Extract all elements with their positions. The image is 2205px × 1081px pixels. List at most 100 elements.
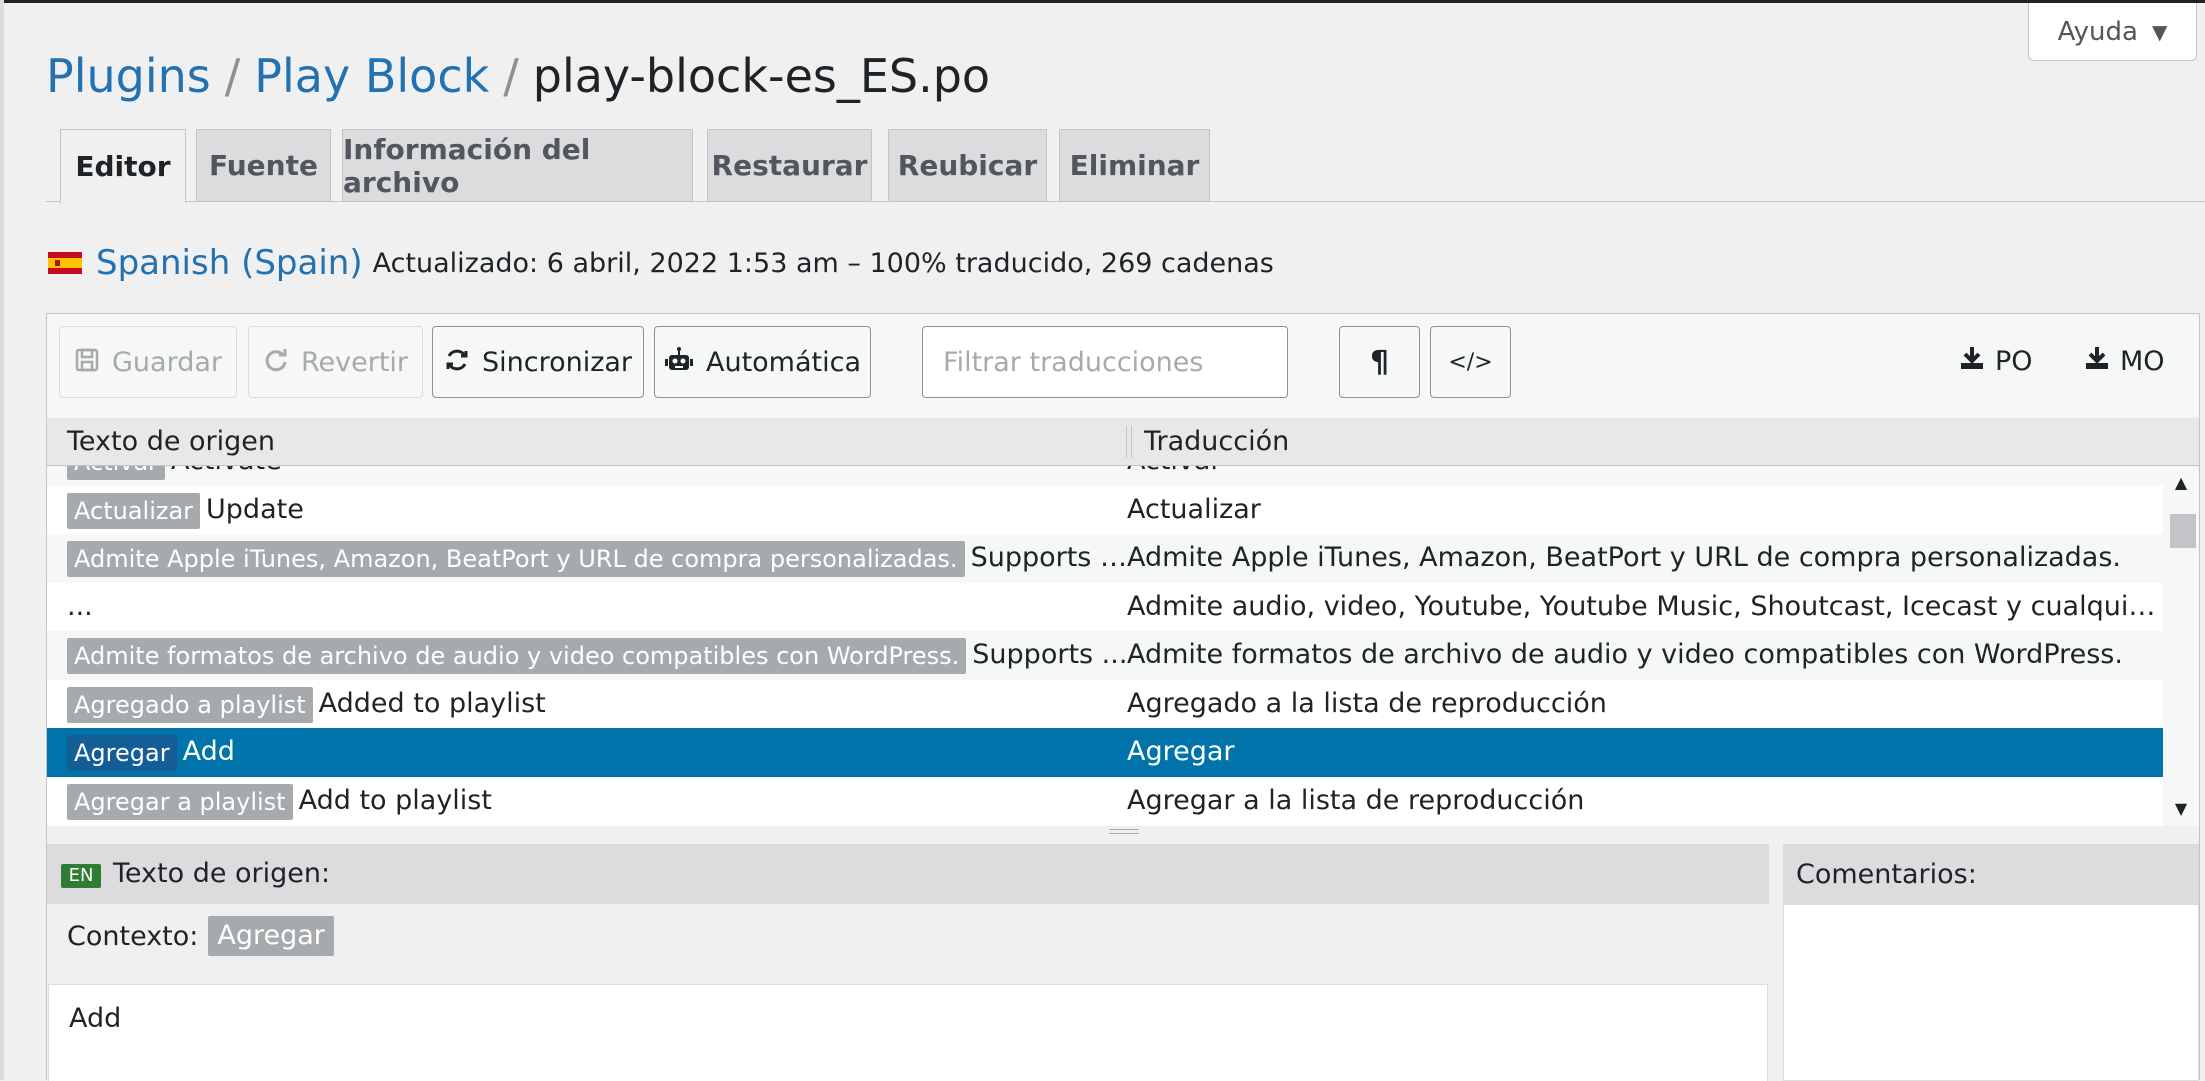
column-header-translation[interactable]: Traducción: [1144, 418, 1289, 465]
translations-list: ActivarActivate Activar ActualizarUpdate…: [47, 466, 2163, 826]
tabs-divider: [46, 201, 2205, 202]
locale-name-link[interactable]: Spanish (Spain): [96, 243, 363, 283]
auto-translate-button[interactable]: Automática: [654, 326, 871, 398]
context-badge: Actualizar: [67, 492, 201, 529]
save-label: Guardar: [112, 346, 222, 378]
table-row[interactable]: Agregado a playlist Added to playlist Agr…: [47, 680, 2163, 729]
pane-resize-handle[interactable]: [1109, 826, 1139, 836]
help-tab-button[interactable]: Ayuda ▼: [2028, 3, 2197, 61]
table-row[interactable]: Admite formatos de archivo de audio y vi…: [47, 631, 2163, 680]
scrollbar-thumb[interactable]: [2170, 514, 2196, 548]
source-text: ...: [67, 591, 93, 622]
table-header: Texto de origen Traducción: [47, 418, 2199, 466]
translation-cell: Admite audio, video, Youtube, Youtube Mu…: [1127, 591, 2157, 622]
table-row[interactable]: Agregar a playlist Add to playlist Agrega…: [47, 777, 2163, 826]
context-badge: Agregar a playlist: [67, 783, 293, 820]
breadcrumb-separator: /: [503, 49, 519, 103]
translation-cell: Agregado a la lista de reproducción: [1127, 688, 1607, 719]
sync-icon: [444, 347, 470, 378]
rotate-left-icon: [263, 347, 289, 378]
context-label: Contexto:: [67, 920, 199, 952]
table-row[interactable]: Actualizar Update Actualizar: [47, 486, 2163, 535]
comments-pane-title: Comentarios:: [1784, 845, 2198, 905]
tab-file-info[interactable]: Información del archivo: [342, 129, 693, 201]
context-badge: Agregar: [67, 734, 177, 771]
source-text: Add to playlist: [298, 785, 492, 816]
source-text-box: Add: [48, 984, 1768, 1081]
source-text: Added to playlist: [318, 688, 546, 719]
table-row[interactable]: Activar Activate Activar: [47, 466, 2163, 486]
source-cell: Activar Activate: [67, 466, 1139, 485]
breadcrumb-plugins-link[interactable]: Plugins: [46, 49, 211, 103]
save-button[interactable]: Guardar: [59, 326, 237, 398]
breadcrumb-file: play-block-es_ES.po: [532, 49, 991, 103]
floppy-disk-icon: [74, 347, 100, 378]
source-text: Activate: [171, 466, 282, 476]
tab-editor[interactable]: Editor: [60, 129, 186, 203]
tab-restore[interactable]: Restaurar: [707, 129, 872, 201]
page-title: Plugins / Play Block / play-block-es_ES.po: [46, 46, 990, 106]
source-cell: Actualizar Update: [67, 486, 1139, 534]
source-cell: Agregado a playlist Added to playlist: [67, 680, 1139, 728]
source-cell: Agregar a playlist Add to playlist: [67, 777, 1139, 825]
toggle-code-view-button[interactable]: </>: [1430, 326, 1511, 398]
sync-button[interactable]: Sincronizar: [432, 326, 644, 398]
download-mo-button[interactable]: MO: [2084, 336, 2165, 386]
filter-translations-input[interactable]: [922, 326, 1288, 398]
table-row-selected[interactable]: Agregar Add Agregar: [47, 728, 2163, 777]
source-cell: Admite Apple iTunes, Amazon, BeatPort y …: [67, 534, 1139, 582]
column-header-source[interactable]: Texto de origen: [67, 418, 275, 465]
toggle-invisibles-button[interactable]: ¶: [1339, 326, 1420, 398]
revert-label: Revertir: [300, 346, 409, 378]
download-po-label: PO: [1995, 345, 2033, 377]
caret-down-icon: ▼: [2151, 19, 2168, 44]
translation-cell: Admite formatos de archivo de audio y vi…: [1127, 639, 2123, 670]
context-badge: Admite Apple iTunes, Amazon, BeatPort y …: [67, 540, 965, 577]
help-label: Ayuda: [2057, 16, 2138, 47]
translation-cell: Agregar: [1127, 736, 1235, 767]
list-scrollbar[interactable]: ▲ ▼: [2163, 466, 2199, 826]
revert-button[interactable]: Revertir: [248, 326, 423, 398]
scroll-up-arrow-icon[interactable]: ▲: [2163, 468, 2199, 498]
translation-cell: Actualizar: [1127, 494, 1261, 525]
editor-tabs: Editor Fuente Información del archivo Re…: [46, 129, 2205, 203]
context-line: Contexto: Agregar: [67, 908, 340, 964]
download-icon: [2084, 345, 2110, 378]
tab-relocate[interactable]: Reubicar: [888, 129, 1047, 201]
pilcrow-icon: ¶: [1369, 344, 1390, 380]
sync-label: Sincronizar: [481, 346, 633, 378]
breadcrumb-plugin-link[interactable]: Play Block: [254, 49, 489, 103]
source-text: Supports A...: [970, 542, 1139, 573]
translation-cell: Activar: [1127, 466, 2157, 485]
code-icon: </>: [1448, 349, 1493, 375]
translation-cell: Admite Apple iTunes, Amazon, BeatPort y …: [1127, 542, 2122, 573]
context-badge: Activar: [67, 466, 166, 480]
context-badge: Agregado a playlist: [67, 686, 313, 723]
source-text-pane: EN Texto de origen: Contexto: Agregar Ad…: [47, 844, 1769, 1081]
spain-flag-icon: [48, 252, 82, 274]
source-text: Update: [206, 494, 304, 525]
locale-meta: Actualizado: 6 abril, 2022 1:53 am – 100…: [372, 247, 1274, 279]
download-mo-label: MO: [2120, 345, 2165, 377]
comments-pane: Comentarios:: [1783, 844, 2199, 1081]
source-cell: ...: [67, 583, 1139, 631]
locale-info: Spanish (Spain) Actualizado: 6 abril, 20…: [48, 240, 1274, 286]
tab-delete[interactable]: Eliminar: [1059, 129, 1210, 201]
window-top-border: [0, 0, 2205, 3]
download-po-button[interactable]: PO: [1959, 336, 2033, 386]
source-pane-header: EN Texto de origen:: [47, 844, 1769, 904]
editor-toolbar: Guardar Revertir Sincronizar Automática …: [47, 314, 2199, 418]
language-badge: EN: [61, 864, 101, 888]
admin-menu-edge: [0, 0, 4, 1080]
scroll-down-arrow-icon[interactable]: ▼: [2163, 794, 2199, 824]
auto-translate-label: Automática: [705, 346, 861, 378]
source-text: Add: [182, 736, 235, 767]
column-resize-handle[interactable]: [1126, 426, 1132, 458]
po-editor-panel: Guardar Revertir Sincronizar Automática …: [46, 313, 2200, 1081]
table-row[interactable]: ... Admite audio, video, Youtube, Youtub…: [47, 583, 2163, 632]
table-row[interactable]: Admite Apple iTunes, Amazon, BeatPort y …: [47, 534, 2163, 583]
breadcrumb-separator: /: [224, 49, 241, 103]
tab-source[interactable]: Fuente: [196, 129, 331, 201]
download-icon: [1959, 345, 1985, 378]
source-pane-title: Texto de origen:: [113, 858, 331, 889]
